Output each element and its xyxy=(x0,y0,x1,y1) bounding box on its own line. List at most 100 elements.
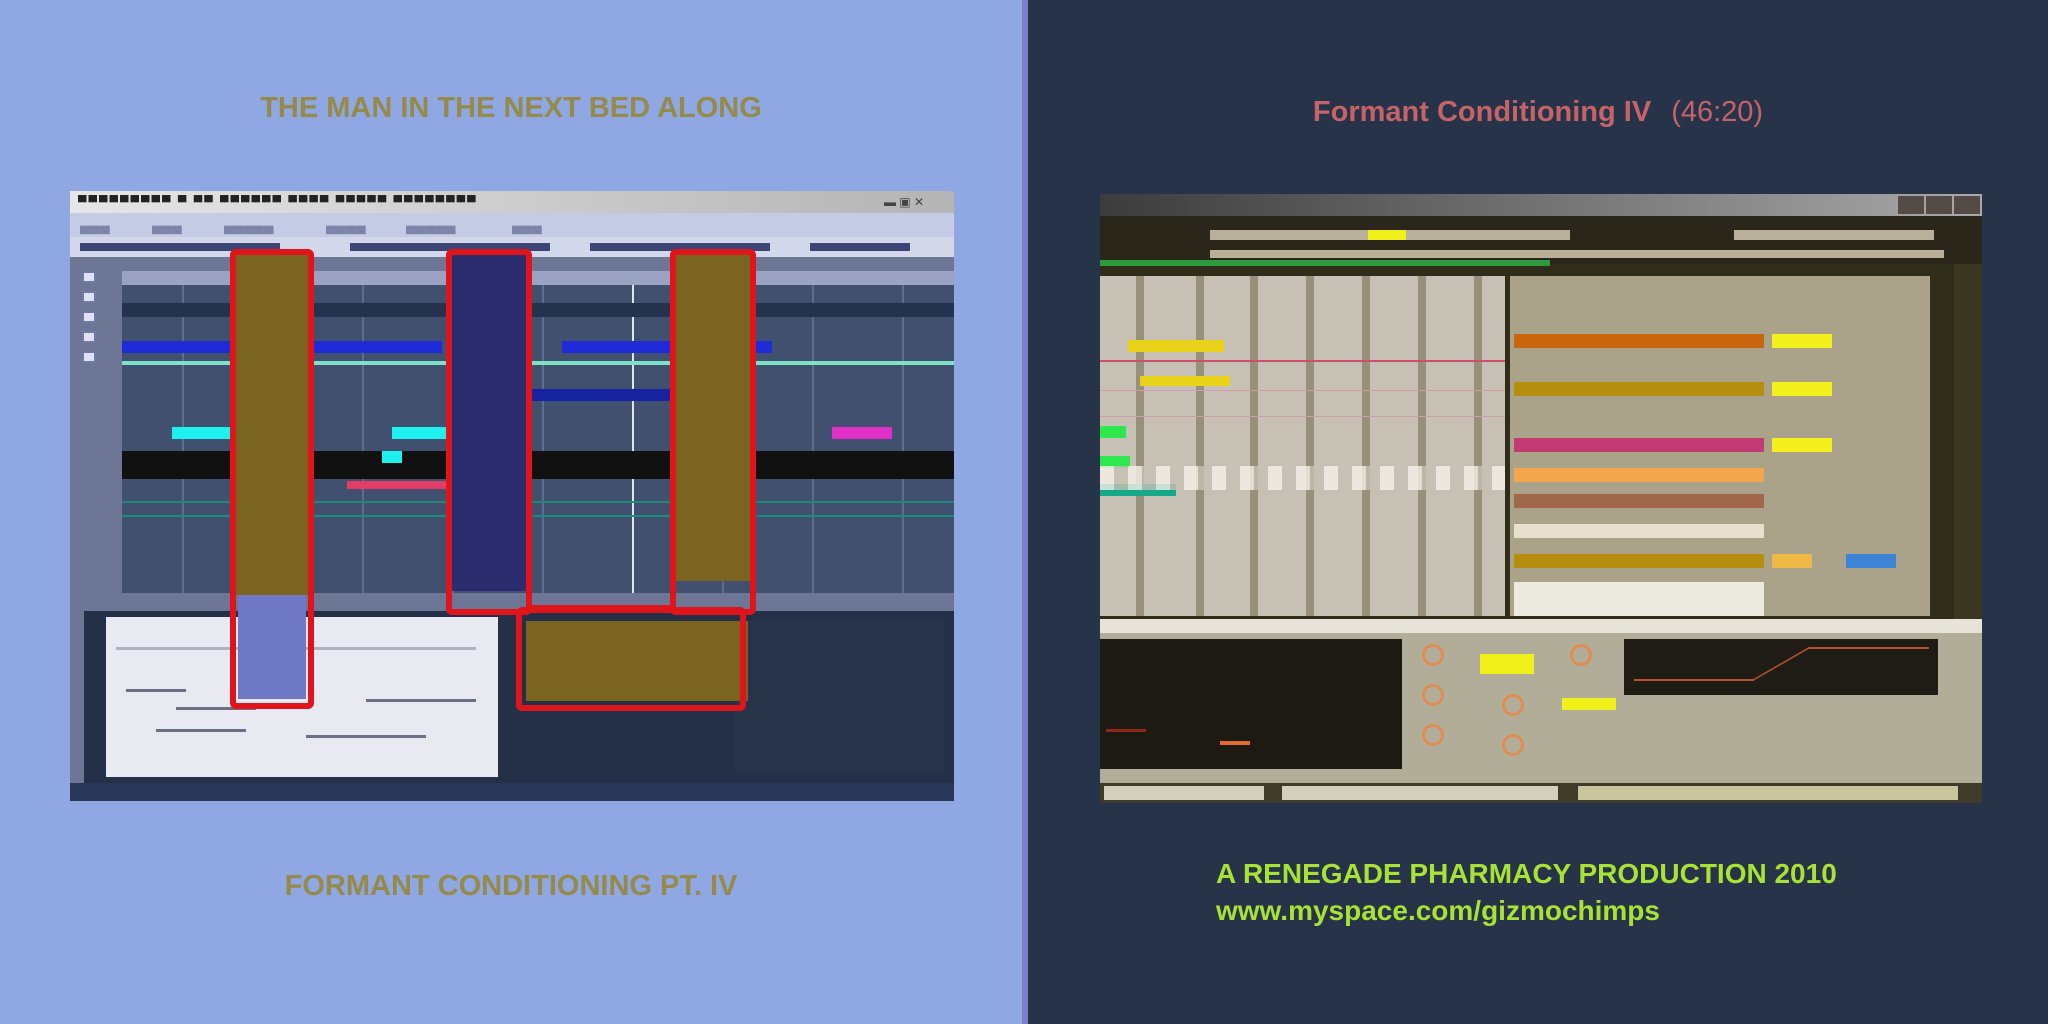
menu-item-5[interactable]: ▄▄▄▄▄ xyxy=(406,217,456,233)
automation-line xyxy=(1100,360,1505,362)
credit-line-1: A RENEGADE PHARMACY PRODUCTION 2010 xyxy=(1216,858,1837,889)
grid-line xyxy=(362,271,364,593)
highlight-box xyxy=(526,605,676,613)
device-field[interactable] xyxy=(1562,698,1616,710)
menu-item-1[interactable]: ▄▄▄ xyxy=(80,217,110,233)
knob-icon[interactable] xyxy=(1422,684,1444,706)
tool-icon[interactable] xyxy=(82,351,96,363)
knob-icon[interactable] xyxy=(1502,694,1524,716)
clip[interactable] xyxy=(382,451,402,463)
right-title-text: Formant Conditioning IV xyxy=(1312,96,1652,128)
transport-field[interactable] xyxy=(1368,230,1406,240)
daw-titlebar-text: ▀▀▀▀▀▀▀▀▀ ▀ ▀▀ ▀▀▀▀▀▀ ▀▀▀▀ ▀▀▀▀▀ ▀▀▀▀▀▀▀… xyxy=(78,195,478,209)
session-clip[interactable] xyxy=(1514,554,1764,568)
session-clip[interactable] xyxy=(1772,438,1832,452)
menu-item-6[interactable]: ▄▄▄ xyxy=(512,217,542,233)
highlight-box xyxy=(446,249,532,615)
credit-url[interactable]: www.myspace.com/gizmochimps xyxy=(1216,892,1837,929)
transport-field[interactable] xyxy=(1734,230,1934,240)
grid-line xyxy=(1196,276,1204,616)
status-field[interactable] xyxy=(1282,786,1558,800)
clip[interactable] xyxy=(1140,376,1230,386)
knob-icon[interactable] xyxy=(1422,644,1444,666)
maximize-icon[interactable] xyxy=(1926,196,1952,214)
grid-line xyxy=(1306,276,1314,616)
tool-icon[interactable] xyxy=(82,331,96,343)
clip-marker xyxy=(1106,729,1146,732)
duration-text: (46:20) xyxy=(1671,96,1764,128)
arrangement-grid[interactable] xyxy=(1100,276,1505,616)
session-clip[interactable] xyxy=(1514,382,1764,396)
session-clip[interactable] xyxy=(1514,438,1764,452)
channel-strip[interactable] xyxy=(734,621,944,771)
toolbar-segment[interactable] xyxy=(810,243,910,251)
session-clip[interactable] xyxy=(1846,554,1896,568)
highlight-box xyxy=(230,249,314,709)
session-clip[interactable] xyxy=(1514,334,1764,348)
session-clip[interactable] xyxy=(1772,334,1832,348)
envelope-segment xyxy=(1809,647,1929,649)
tool-palette xyxy=(82,271,96,591)
close-icon[interactable] xyxy=(1954,196,1980,214)
clip[interactable] xyxy=(172,427,232,439)
right-top-title: Formant Conditioning IV (46:20) xyxy=(1028,96,2048,129)
knob-icon[interactable] xyxy=(1570,644,1592,666)
device-field[interactable] xyxy=(1480,654,1534,674)
automation-line xyxy=(1100,390,1505,391)
status-field[interactable] xyxy=(1104,786,1264,800)
right-panel: Formant Conditioning IV (46:20) A RENEGA… xyxy=(1028,0,2048,1024)
status-field[interactable] xyxy=(1578,786,1958,800)
editor-note xyxy=(126,689,186,692)
grid-line xyxy=(632,271,634,593)
left-bottom-title: FORMANT CONDITIONING PT. IV xyxy=(284,870,738,902)
menu-item-3[interactable]: ▄▄▄▄▄ xyxy=(224,217,274,233)
session-clip[interactable] xyxy=(1514,468,1764,482)
menu-item-4[interactable]: ▄▄▄▄ xyxy=(326,217,366,233)
window-controls-icon[interactable]: ▬ ▣ ✕ xyxy=(884,195,924,209)
grid-line xyxy=(1474,276,1482,616)
knob-icon[interactable] xyxy=(1422,724,1444,746)
envelope-segment xyxy=(1634,679,1754,681)
device-header[interactable] xyxy=(1100,619,1982,633)
grid-line xyxy=(1136,276,1144,616)
status-bar xyxy=(1100,783,1982,803)
editor-note xyxy=(156,729,246,732)
clip[interactable] xyxy=(1100,426,1126,438)
menu-item-2[interactable]: ▄▄▄ xyxy=(152,217,182,233)
grid-line xyxy=(1418,276,1426,616)
grid-line xyxy=(1250,276,1258,616)
tool-icon[interactable] xyxy=(82,311,96,323)
daw-statusbar xyxy=(70,783,954,801)
session-clip[interactable] xyxy=(1772,382,1832,396)
left-top-title: THE MAN IN THE NEXT BED ALONG xyxy=(260,92,762,124)
minimize-icon[interactable] xyxy=(1898,196,1924,214)
clip-view[interactable] xyxy=(1100,639,1402,769)
envelope-display[interactable] xyxy=(1624,639,1938,695)
grid-line xyxy=(902,271,904,593)
grid-line xyxy=(812,271,814,593)
envelope-segment xyxy=(1750,647,1812,681)
tool-icon[interactable] xyxy=(82,291,96,303)
clip[interactable] xyxy=(1128,340,1224,352)
overview-strip[interactable] xyxy=(1100,260,1550,266)
session-clip[interactable] xyxy=(1772,554,1812,568)
clip[interactable] xyxy=(832,427,892,439)
session-clip[interactable] xyxy=(1514,494,1764,508)
knob-icon[interactable] xyxy=(1502,734,1524,756)
automation-line xyxy=(1100,416,1505,417)
grid-line xyxy=(1362,276,1370,616)
session-clip[interactable] xyxy=(1514,524,1764,538)
tool-icon[interactable] xyxy=(82,271,96,283)
grid-line xyxy=(542,271,544,593)
clip[interactable] xyxy=(347,481,452,489)
left-panel: THE MAN IN THE NEXT BED ALONG ▀▀▀▀▀▀▀▀▀ … xyxy=(0,0,1022,1024)
clip-row[interactable] xyxy=(1100,466,1505,490)
right-daw-screenshot xyxy=(1100,194,1982,803)
editor-note xyxy=(306,735,426,738)
session-clip-grid[interactable] xyxy=(1510,276,1930,616)
right-rail xyxy=(1954,264,1982,644)
overview-strip[interactable] xyxy=(1210,250,1944,258)
highlight-box xyxy=(670,249,756,615)
clip-marker xyxy=(1220,741,1250,745)
session-clip-empty[interactable] xyxy=(1514,582,1764,616)
